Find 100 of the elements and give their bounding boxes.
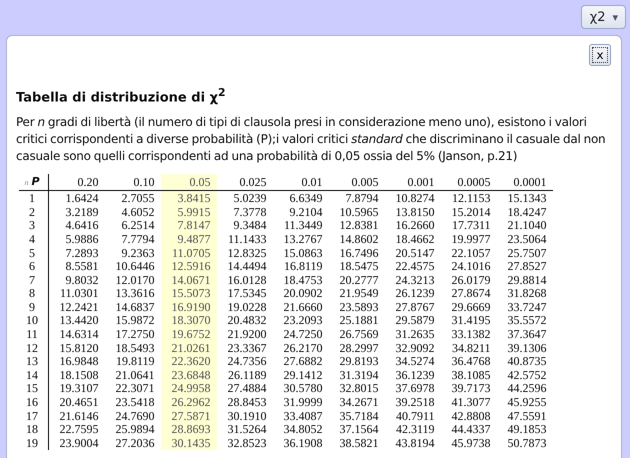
table-cell-text: 26.2170: [282, 340, 324, 354]
table-cell: 16.0128: [216, 272, 272, 286]
table-cell-text: 39.7173: [450, 382, 492, 396]
table-cell: 23.9004: [48, 436, 104, 450]
table-cell: 16.9848: [48, 354, 104, 368]
table-cell: 26.1189: [216, 368, 272, 382]
table-cell: 26.2962: [160, 395, 216, 409]
table-cell: 28.8453: [216, 395, 272, 409]
table-cell: 5.9915: [160, 204, 216, 219]
table-cell-text: 38.5821: [338, 436, 380, 450]
degrees-cell: 6: [19, 259, 48, 273]
table-cell-text: 17.2750: [114, 327, 156, 341]
table-cell: 9.4877: [160, 232, 216, 246]
table-cell: 15.1343: [496, 190, 552, 205]
table-cell: 21.9200: [216, 327, 272, 341]
table-cell-text: 16.2660: [394, 218, 436, 232]
degrees-cell: 5: [19, 246, 48, 260]
degrees-cell: 3: [19, 218, 48, 232]
column-header: 0.01: [272, 174, 328, 191]
table-cell: 18.3070: [160, 314, 216, 328]
table-cell-text: 10.5965: [338, 204, 380, 219]
close-button[interactable]: x: [589, 44, 611, 66]
table-cell: 21.6146: [48, 408, 104, 422]
column-header: 0.10: [104, 174, 160, 191]
table-cell: 19.3107: [48, 382, 104, 396]
degrees-cell: 4: [19, 232, 48, 246]
table-cell-text: 45.9738: [450, 436, 492, 450]
table-cell-text: 27.8674: [450, 286, 492, 300]
table-cell: 5.0239: [216, 190, 272, 205]
table-cell-text: 33.7247: [506, 300, 548, 314]
table-cell-text: 15.9872: [114, 314, 156, 328]
table-cell-text: 18.5475: [338, 259, 380, 273]
table-cell-text: 29.8814: [506, 272, 548, 286]
table-cell: 4.6416: [48, 218, 104, 232]
table-cell: 7.2893: [48, 246, 104, 260]
table-cell-text: 35.5572: [506, 314, 548, 328]
table-cell-text: 18.4753: [282, 272, 324, 286]
chart-menu-button[interactable]: χ2 ▾: [580, 5, 626, 29]
table-cell-text: 34.8211: [450, 340, 492, 354]
table-cell-text: 38.1085: [450, 368, 492, 382]
degrees-cell: 11: [19, 327, 48, 341]
table-cell: 23.3367: [216, 340, 272, 354]
table-cell-text: 34.8052: [282, 422, 324, 436]
table-cell: 9.3484: [216, 218, 272, 232]
table-cell-text: 12.0170: [114, 272, 156, 286]
table-cell-text: 7.7794: [120, 232, 156, 246]
table-cell: 11.1433: [216, 232, 272, 246]
table-cell-text: 50.7873: [506, 436, 548, 450]
table-cell: 21.0261: [160, 340, 216, 354]
table-cell-text: 29.5879: [394, 314, 436, 328]
table-cell-text: 22.3071: [114, 382, 156, 396]
table-cell-text: 9.2363: [120, 246, 156, 260]
table-cell-text: 13.8150: [394, 204, 436, 219]
table-cell-text: 36.1908: [282, 436, 324, 450]
degrees-cell: 17: [19, 408, 48, 422]
table-cell-text: 35.7184: [338, 408, 380, 422]
table-cell-text: 26.0179: [450, 272, 492, 286]
table-cell: 7.8147: [160, 218, 216, 232]
table-cell-text: 29.1412: [282, 368, 324, 382]
degrees-cell: 15: [19, 382, 48, 396]
table-cell-text: 44.2596: [506, 382, 548, 396]
table-cell-text: 34.5274: [394, 354, 436, 368]
table-cell-text: 39.2518: [394, 395, 436, 409]
description-text: Per n gradi di libertà (il numero di tipi di clausola presi in considerazione meno uno), esistono i valori critici corrispondenti a diverse probabilità (P);i valori critici standard che discriminano il casuale dal non casuale sono quelli corrispondenti ad una probabilità di 0,05 ossia del 5% (Janson, p.21): [16, 114, 606, 166]
table-cell-text: 14.6837: [114, 300, 156, 314]
table-cell-text: 36.1239: [394, 368, 436, 382]
table-cell: 15.8120: [48, 340, 104, 354]
table-cell-text: 6.2514: [120, 218, 156, 232]
table-cell: 22.3620: [160, 354, 216, 368]
table-cell-text: 24.7250: [282, 327, 324, 341]
table-cell: 27.4884: [216, 382, 272, 396]
table-cell-text: 31.2635: [394, 327, 436, 341]
column-header: 0.20: [48, 174, 104, 191]
degrees-cell: 9: [19, 300, 48, 314]
table-cell-text: 24.7690: [114, 408, 156, 422]
table-cell-text: 37.1564: [338, 422, 380, 436]
table-cell-text: 47.5591: [506, 408, 548, 422]
table-cell-text: 42.8808: [450, 408, 492, 422]
table-cell-text: 19.8119: [114, 354, 156, 368]
degrees-cell: 19: [19, 436, 48, 450]
table-cell-text: 13.3616: [114, 286, 156, 300]
table-cell-text: 21.9549: [338, 286, 380, 300]
table-cell-text: 36.4768: [450, 354, 492, 368]
table-cell-text: 13.2767: [282, 232, 324, 246]
table-cell-text: 45.9255: [506, 395, 548, 409]
table-cell-text: 25.1881: [338, 314, 380, 328]
table-cell-text: 18.5493: [114, 340, 156, 354]
table-cell: 12.1153: [440, 190, 496, 205]
table-cell-text: 4.6052: [120, 204, 156, 219]
table-cell: 24.9958: [160, 382, 216, 396]
degrees-cell: 10: [19, 314, 48, 328]
table-cell: 6.6349: [272, 190, 328, 205]
table-cell-text: 32.9092: [394, 340, 436, 354]
table-cell: 5.9886: [48, 232, 104, 246]
table-cell-text: 18.4662: [394, 232, 436, 246]
table-cell: 10.8274: [384, 190, 440, 205]
degrees-cell: 7: [19, 272, 48, 286]
table-cell: 19.6752: [160, 327, 216, 341]
column-header: 0.001: [384, 174, 440, 191]
table-cell-text: 44.4337: [450, 422, 492, 436]
